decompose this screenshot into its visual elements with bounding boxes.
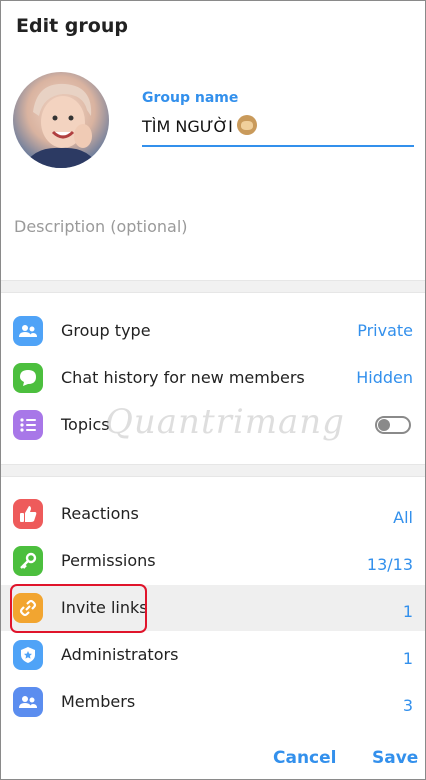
- chat-bubble-icon: [13, 363, 43, 393]
- group-name-label: Group name: [142, 90, 239, 106]
- settings-row-label: Topics: [61, 415, 110, 434]
- dialog-title: Edit group: [16, 15, 128, 37]
- manage-row-reactions[interactable]: Reactions All: [1, 491, 425, 537]
- edit-group-dialog: Edit group Group name TÌM NGƯỜI Descript…: [0, 0, 426, 780]
- manage-row-value: 1: [402, 649, 413, 668]
- settings-row-value: Hidden: [356, 368, 413, 387]
- cancel-button[interactable]: Cancel: [273, 748, 336, 768]
- settings-row-value: Private: [357, 321, 413, 340]
- manage-row-label: Reactions: [61, 504, 139, 523]
- manage-row-label: Members: [61, 692, 136, 711]
- thumbs-up-icon: [13, 499, 43, 529]
- save-button[interactable]: Save: [372, 748, 418, 768]
- group-name-value: TÌM NGƯỜI: [142, 117, 233, 136]
- manage-row-value: 1: [402, 602, 413, 621]
- avatar-photo: [23, 83, 99, 168]
- shield-icon: [13, 640, 43, 670]
- group-icon: [13, 687, 43, 717]
- group-name-input[interactable]: TÌM NGƯỜI: [142, 115, 257, 136]
- group-name-underline: [142, 145, 414, 147]
- manage-row-members[interactable]: Members 3: [1, 679, 425, 725]
- manage-row-value: 3: [402, 696, 413, 715]
- toggle-knob: [378, 419, 390, 431]
- description-input[interactable]: Description (optional): [14, 217, 188, 236]
- manage-row-permissions[interactable]: Permissions 13/13: [1, 538, 425, 584]
- highlight-annotation-box: [10, 584, 147, 633]
- settings-row-group-type[interactable]: Group type Private: [1, 308, 425, 354]
- list-icon: [13, 410, 43, 440]
- section-divider: [1, 464, 425, 477]
- monkey-emoji-icon: [236, 115, 257, 135]
- settings-row-label: Group type: [61, 321, 151, 340]
- key-icon: [13, 546, 43, 576]
- group-icon: [13, 316, 43, 346]
- manage-row-value: All: [393, 508, 413, 527]
- group-avatar[interactable]: [13, 72, 109, 168]
- manage-row-administrators[interactable]: Administrators 1: [1, 632, 425, 678]
- section-divider: [1, 280, 425, 293]
- topics-toggle[interactable]: [375, 416, 411, 434]
- manage-row-label: Permissions: [61, 551, 156, 570]
- watermark-logo: Quantrimang: [105, 402, 345, 442]
- settings-row-label: Chat history for new members: [61, 368, 305, 387]
- settings-row-chat-history[interactable]: Chat history for new members Hidden: [1, 355, 425, 401]
- manage-row-label: Administrators: [61, 645, 179, 664]
- manage-row-value: 13/13: [366, 555, 413, 574]
